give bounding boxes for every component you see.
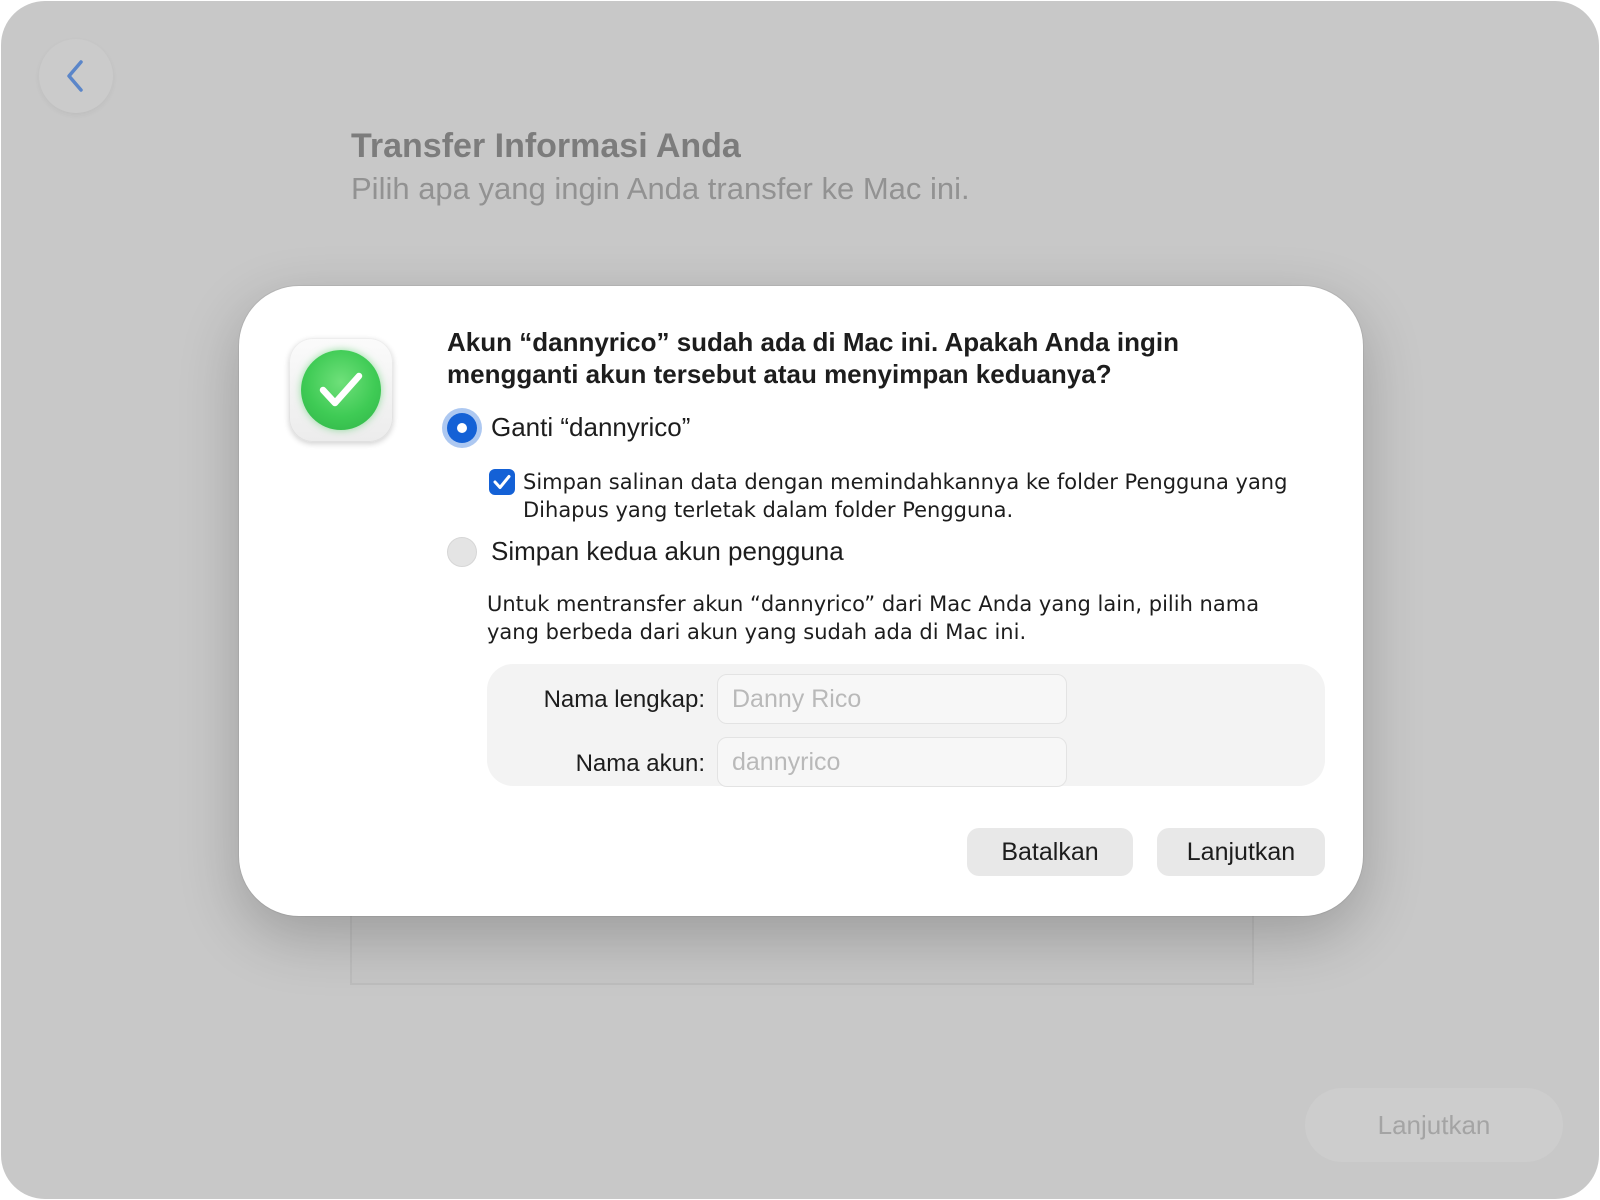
page-subtitle: Pilih apa yang ingin Anda transfer ke Ma… [351,171,970,206]
full-name-field[interactable] [717,674,1067,724]
keep-copy-checkbox[interactable] [489,469,515,495]
checkmark-circle-icon [301,350,381,430]
dialog-app-icon [289,338,393,442]
keep-both-label[interactable]: Simpan kedua akun pengguna [491,536,844,567]
keep-both-radio[interactable] [447,537,477,567]
dialog-question: Akun “dannyrico” sudah ada di Mac ini. A… [447,327,1179,389]
checkmark-icon [493,475,511,489]
account-name-field[interactable] [717,737,1067,787]
account-name-label: Nama akun: [575,750,705,777]
back-button[interactable] [39,39,113,113]
replace-account-label[interactable]: Ganti “dannyrico” [491,412,690,443]
page-title: Transfer Informasi Anda [351,127,741,165]
continue-button[interactable]: Lanjutkan [1157,828,1325,876]
cancel-button[interactable]: Batalkan [967,828,1133,876]
account-conflict-dialog: Akun “dannyrico” sudah ada di Mac ini. A… [239,286,1363,916]
full-name-label: Nama lengkap: [543,686,705,713]
replace-account-radio[interactable] [447,413,477,443]
keep-copy-label[interactable]: Simpan salinan data dengan memindahkanny… [523,468,1313,524]
account-fields-box: Nama lengkap: Nama akun: [487,664,1325,787]
migration-assistant-window: Transfer Informasi Anda Pilih apa yang i… [1,1,1599,1199]
keep-both-description: Untuk mentransfer akun “dannyrico” dari … [487,592,1260,644]
background-continue-button[interactable]: Lanjutkan [1305,1088,1563,1162]
chevron-left-icon [67,60,83,92]
